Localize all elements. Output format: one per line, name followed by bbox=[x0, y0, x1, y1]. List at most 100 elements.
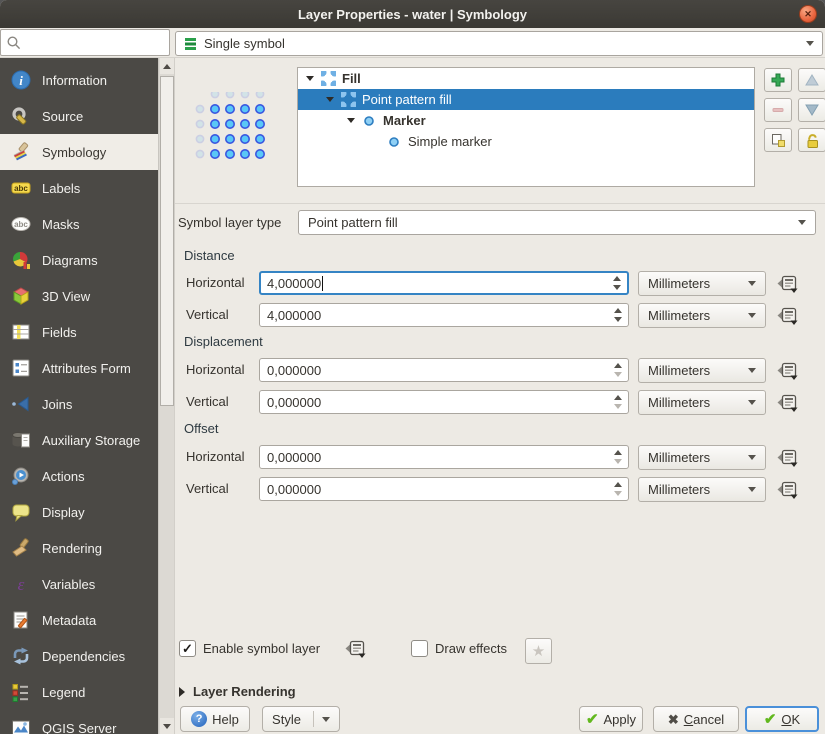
effects-options-button[interactable]: ★ bbox=[525, 638, 552, 664]
scrollbar-down-button[interactable] bbox=[160, 718, 174, 734]
displacement-vertical-unit-combo[interactable]: Millimeters bbox=[638, 390, 766, 415]
tree-item-label: Point pattern fill bbox=[362, 92, 452, 107]
data-defined-override-button[interactable] bbox=[775, 359, 801, 383]
distance-vertical-label: Vertical bbox=[186, 303, 229, 327]
search-input[interactable] bbox=[22, 35, 169, 50]
text-caret bbox=[322, 276, 323, 291]
move-down-button[interactable] bbox=[798, 98, 825, 122]
sidebar-item-actions[interactable]: Actions bbox=[0, 458, 158, 494]
offset-horizontal-unit-combo[interactable]: Millimeters bbox=[638, 445, 766, 470]
displacement-horizontal-unit-combo[interactable]: Millimeters bbox=[638, 358, 766, 383]
add-symbol-layer-button[interactable] bbox=[764, 68, 792, 92]
attributes-form-icon bbox=[10, 357, 32, 379]
data-defined-override-button[interactable] bbox=[775, 272, 801, 296]
legend-icon bbox=[10, 681, 32, 703]
sidebar-item-display[interactable]: Display bbox=[0, 494, 158, 530]
help-button[interactable]: ? Help bbox=[180, 706, 250, 732]
sidebar-item-qgis-server[interactable]: QGIS Server bbox=[0, 710, 158, 734]
offset-vertical-spinbox[interactable]: 0,000000 bbox=[259, 477, 629, 501]
spin-up-icon bbox=[614, 482, 622, 487]
sidebar-item-legend[interactable]: Legend bbox=[0, 674, 158, 710]
data-defined-override-button[interactable] bbox=[775, 446, 801, 470]
spinner-buttons[interactable] bbox=[611, 446, 625, 468]
sidebar-item-rendering[interactable]: Rendering bbox=[0, 530, 158, 566]
sidebar-item-metadata[interactable]: Metadata bbox=[0, 602, 158, 638]
style-button-label: Style bbox=[272, 712, 301, 727]
sidebar-item-source[interactable]: Source bbox=[0, 98, 158, 134]
displacement-horizontal-spinbox[interactable]: 0,000000 bbox=[259, 358, 629, 382]
spinner-buttons[interactable] bbox=[611, 359, 625, 381]
distance-vertical-unit-combo[interactable]: Millimeters bbox=[638, 303, 766, 328]
distance-vertical-spinbox[interactable]: 4,000000 bbox=[259, 303, 629, 327]
spin-up-icon bbox=[613, 276, 621, 281]
symbol-preview bbox=[191, 92, 277, 178]
sidebar-item-labels[interactable]: abc Labels bbox=[0, 170, 158, 206]
data-defined-override-icon bbox=[776, 449, 800, 468]
tree-item-fill[interactable]: Fill bbox=[298, 68, 754, 89]
lock-color-button[interactable] bbox=[798, 128, 825, 152]
symbol-layer-type-value: Point pattern fill bbox=[308, 215, 398, 230]
spinner-buttons[interactable] bbox=[611, 478, 625, 500]
enable-symbol-layer-checkbox[interactable]: ✓ bbox=[179, 640, 196, 657]
tree-item-marker[interactable]: Marker bbox=[298, 110, 754, 131]
data-defined-override-button[interactable] bbox=[775, 478, 801, 502]
move-up-button[interactable] bbox=[798, 68, 825, 92]
ok-button[interactable]: ✔ OK bbox=[745, 706, 819, 732]
spinbox-value: 0,000000 bbox=[267, 450, 321, 465]
scrollbar-thumb[interactable] bbox=[160, 76, 174, 406]
sidebar-item-label: QGIS Server bbox=[42, 721, 116, 734]
cancel-button[interactable]: ✖ Cancel bbox=[653, 706, 739, 732]
symbol-layer-type-combo[interactable]: Point pattern fill bbox=[298, 210, 816, 235]
sidebar-item-symbology[interactable]: Symbology bbox=[0, 134, 158, 170]
expander-icon[interactable] bbox=[304, 76, 316, 81]
sidebar-item-3d-view[interactable]: 3D View bbox=[0, 278, 158, 314]
data-defined-override-icon bbox=[776, 275, 800, 294]
spin-down-icon bbox=[614, 372, 622, 377]
sidebar-item-information[interactable]: i Information bbox=[0, 62, 158, 98]
data-defined-override-icon bbox=[776, 394, 800, 413]
offset-horizontal-spinbox[interactable]: 0,000000 bbox=[259, 445, 629, 469]
sidebar-item-label: Information bbox=[42, 73, 107, 88]
data-defined-override-button[interactable] bbox=[343, 637, 369, 661]
spinner-buttons[interactable] bbox=[610, 273, 624, 293]
chevron-down-icon bbox=[748, 313, 756, 318]
spinner-buttons[interactable] bbox=[611, 391, 625, 413]
sidebar-item-dependencies[interactable]: Dependencies bbox=[0, 638, 158, 674]
spin-down-icon bbox=[614, 317, 622, 322]
expander-icon[interactable] bbox=[345, 118, 357, 123]
sidebar-item-attributes-form[interactable]: Attributes Form bbox=[0, 350, 158, 386]
arrow-down-icon bbox=[163, 724, 171, 729]
layer-rendering-section[interactable]: Layer Rendering bbox=[179, 684, 296, 699]
tree-item-point-pattern-fill[interactable]: Point pattern fill bbox=[298, 89, 754, 110]
arrow-down-icon bbox=[804, 103, 820, 117]
sidebar-item-masks[interactable]: abc Masks bbox=[0, 206, 158, 242]
distance-horizontal-unit-combo[interactable]: Millimeters bbox=[638, 271, 766, 296]
draw-effects-checkbox[interactable] bbox=[411, 640, 428, 657]
tree-item-simple-marker[interactable]: Simple marker bbox=[298, 131, 754, 152]
sidebar-item-fields[interactable]: Fields bbox=[0, 314, 158, 350]
actions-icon bbox=[10, 465, 32, 487]
apply-button[interactable]: ✔ Apply bbox=[579, 706, 643, 732]
distance-horizontal-spinbox[interactable]: 4,000000 bbox=[259, 271, 629, 295]
remove-symbol-layer-button[interactable] bbox=[764, 98, 792, 122]
help-button-label: Help bbox=[212, 712, 239, 727]
sidebar-item-joins[interactable]: Joins bbox=[0, 386, 158, 422]
spinner-buttons[interactable] bbox=[611, 304, 625, 326]
symbol-layer-tree: Fill Point pattern fill Marker Simple ma… bbox=[297, 67, 755, 187]
data-defined-override-button[interactable] bbox=[775, 391, 801, 415]
sidebar-item-diagrams[interactable]: Diagrams bbox=[0, 242, 158, 278]
renderer-type-combo[interactable]: Single symbol bbox=[175, 31, 823, 56]
unit-value: Millimeters bbox=[648, 308, 710, 323]
spin-down-icon bbox=[614, 459, 622, 464]
style-button[interactable]: Style bbox=[262, 706, 340, 732]
sidebar-item-variables[interactable]: ε Variables bbox=[0, 566, 158, 602]
displacement-vertical-spinbox[interactable]: 0,000000 bbox=[259, 390, 629, 414]
sidebar-item-auxiliary-storage[interactable]: Auxiliary Storage bbox=[0, 422, 158, 458]
data-defined-override-button[interactable] bbox=[775, 304, 801, 328]
sidebar-item-label: Diagrams bbox=[42, 253, 98, 268]
expander-icon[interactable] bbox=[324, 97, 336, 102]
close-button[interactable]: ✕ bbox=[799, 5, 817, 23]
duplicate-symbol-layer-button[interactable] bbox=[764, 128, 792, 152]
scrollbar-up-button[interactable] bbox=[160, 58, 174, 74]
offset-vertical-unit-combo[interactable]: Millimeters bbox=[638, 477, 766, 502]
